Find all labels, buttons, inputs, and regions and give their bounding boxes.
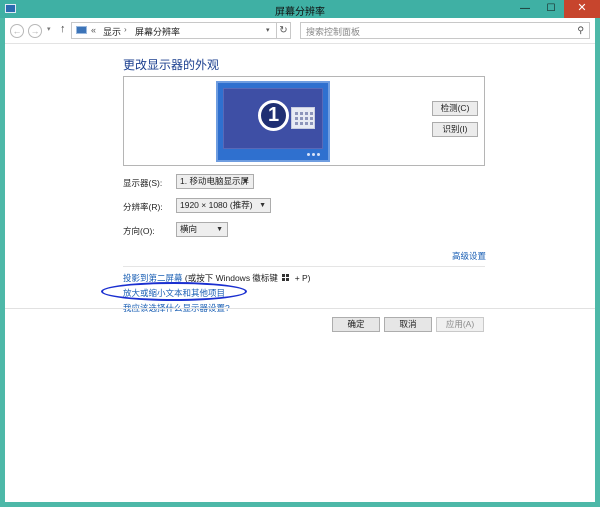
search-placeholder: 搜索控制面板 (306, 27, 361, 37)
minimize-button[interactable]: — (512, 0, 538, 18)
breadcrumb-screen-resolution[interactable]: 屏幕分辨率 (135, 25, 180, 38)
advanced-settings-link[interactable]: 高级设置 (452, 250, 486, 262)
monitor-screen: 1 (223, 88, 323, 149)
resolution-value: 1920 × 1080 (推荐) (180, 200, 253, 210)
ok-button[interactable]: 确定 (332, 317, 380, 332)
breadcrumb-overflow-icon[interactable]: « (91, 25, 96, 35)
forward-button[interactable]: → (28, 24, 42, 38)
display-value: 1. 移动电脑显示屏 (180, 176, 249, 186)
resolution-select[interactable]: 1920 × 1080 (推荐) ▼ (176, 198, 271, 213)
orientation-value: 横向 (180, 224, 198, 234)
address-dropdown-icon[interactable]: ▾ (266, 26, 270, 34)
breadcrumb-display[interactable]: 显示 (103, 25, 121, 38)
detect-button[interactable]: 检测(C) (432, 101, 478, 116)
chevron-down-icon: ▼ (216, 226, 223, 233)
search-input[interactable]: 搜索控制面板 ⚲ (300, 22, 590, 39)
window-title: 屏幕分辨率 (275, 7, 325, 18)
bottom-divider (5, 308, 595, 309)
cancel-button[interactable]: 取消 (384, 317, 432, 332)
taskbar-dots (223, 152, 323, 157)
address-toolbar: ← → ▾ ↑ « 显示 › 屏幕分辨率 ▾ ↻ 搜索控制面板 ⚲ (5, 18, 595, 44)
resolution-label: 分辨率(R): (123, 202, 163, 212)
monitor-thumbnail[interactable]: 1 (216, 81, 330, 162)
divider (123, 266, 485, 267)
control-panel-icon (76, 26, 87, 34)
shortcut-hint-suffix: + P) (294, 273, 311, 283)
page-title: 更改显示器的外观 (123, 58, 220, 72)
identify-button[interactable]: 识别(I) (432, 122, 478, 137)
chevron-down-icon: ▼ (242, 178, 249, 185)
chevron-down-icon: ▼ (259, 202, 266, 209)
title-bar[interactable]: 屏幕分辨率 — ☐ ✕ (0, 0, 600, 18)
address-bar[interactable]: « 显示 › 屏幕分辨率 ▾ (71, 22, 277, 39)
orientation-select[interactable]: 横向 ▼ (176, 222, 228, 237)
highlight-ellipse (101, 282, 247, 301)
monitor-number-badge: 1 (258, 100, 289, 131)
shortcut-hint-prefix: (或按下 Windows 徽标键 (184, 273, 278, 283)
recent-locations-chevron-icon[interactable]: ▾ (47, 25, 51, 33)
display-select[interactable]: 1. 移动电脑显示屏 ▼ (176, 174, 254, 189)
orientation-label: 方向(O): (123, 226, 155, 236)
close-button[interactable]: ✕ (564, 0, 600, 18)
refresh-icon[interactable]: ↻ (277, 22, 291, 39)
display-preview-panel: 1 检测(C) 识别(I) (123, 76, 485, 166)
breadcrumb-separator-icon[interactable]: › (124, 25, 127, 34)
windows-logo-icon (282, 274, 290, 282)
display-label: 显示器(S): (123, 178, 163, 188)
window-frame: 屏幕分辨率 — ☐ ✕ ← → ▾ ↑ « 显示 › 屏幕分辨率 ▾ ↻ 搜索控… (0, 0, 600, 507)
apply-button[interactable]: 应用(A) (436, 317, 484, 332)
up-button[interactable]: ↑ (60, 23, 66, 35)
maximize-button[interactable]: ☐ (538, 0, 564, 18)
start-tiles-icon (291, 107, 315, 129)
control-panel-content: ← → ▾ ↑ « 显示 › 屏幕分辨率 ▾ ↻ 搜索控制面板 ⚲ 更改显示器的… (5, 18, 595, 502)
back-button[interactable]: ← (10, 24, 24, 38)
search-icon[interactable]: ⚲ (577, 25, 584, 36)
